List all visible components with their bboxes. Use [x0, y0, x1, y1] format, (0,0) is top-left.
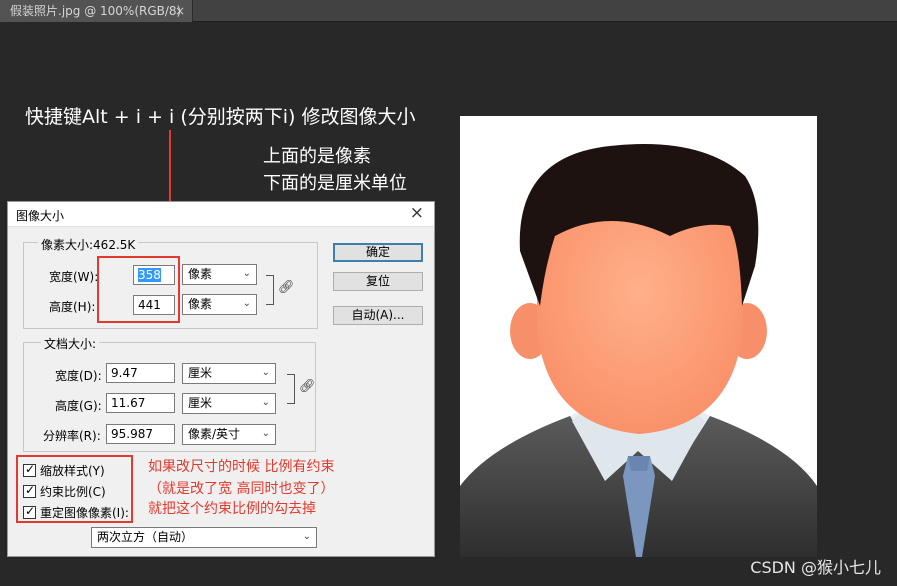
resolution-input[interactable]: 95.987 — [106, 424, 175, 444]
doc-constrain-bracket — [287, 374, 295, 404]
chevron-down-icon: ⌄ — [242, 298, 251, 309]
constraint-annotation-1: 如果改尺寸的时候 比例有约束 — [148, 459, 335, 475]
shortcut-annotation: 快捷键Alt + i + i (分别按两下i) 修改图像大小 — [25, 106, 416, 128]
doc-width-label: 宽度(D): — [55, 369, 102, 383]
close-dialog-icon[interactable]: × — [410, 203, 424, 223]
document-tab-bar: 假装照片.jpg @ 100%(RGB/8) × — [0, 0, 897, 22]
doc-width-unit: 厘米 — [188, 366, 213, 380]
resolution-unit-select[interactable]: 像素/英寸 ⌄ — [182, 424, 276, 445]
auto-button[interactable]: 自动(A)... — [333, 306, 423, 325]
doc-height-unit-select[interactable]: 厘米 ⌄ — [182, 393, 276, 414]
chain-link-icon: 🔗︎ — [278, 280, 295, 295]
width-unit-select[interactable]: 像素 ⌄ — [182, 264, 257, 285]
chevron-down-icon: ⌄ — [261, 428, 270, 439]
width-label: 宽度(W): — [49, 270, 99, 284]
resolution-label: 分辨率(R): — [43, 429, 101, 443]
constraint-annotation-2: （就是改了宽 高同时也变了） — [148, 481, 335, 497]
pixel-unit-annotation: 上面的是像素 — [263, 146, 371, 167]
reset-button[interactable]: 复位 — [333, 272, 423, 291]
resolution-value: 95.987 — [111, 427, 153, 441]
doc-height-value: 11.67 — [111, 396, 146, 410]
doc-size-label: 文档大小: — [41, 335, 100, 352]
cm-unit-annotation: 下面的是厘米单位 — [263, 173, 407, 194]
close-tab-icon[interactable]: × — [175, 0, 185, 22]
height-unit-select[interactable]: 像素 ⌄ — [182, 294, 257, 315]
ok-button[interactable]: 确定 — [333, 243, 423, 262]
dialog-title: 图像大小 — [16, 209, 65, 223]
checkbox-highlight — [16, 455, 133, 523]
doc-height-label: 高度(G): — [55, 399, 102, 413]
pixel-size-label: 像素大小:462.5K — [38, 236, 139, 253]
chevron-down-icon: ⌄ — [302, 531, 311, 542]
chevron-down-icon: ⌄ — [242, 268, 251, 279]
resolution-unit: 像素/英寸 — [188, 427, 241, 441]
chevron-down-icon: ⌄ — [261, 367, 270, 378]
constraint-annotation-3: 就把这个约束比例的勾去掉 — [148, 501, 316, 517]
csdn-watermark: CSDN @猴小七儿 — [750, 558, 881, 577]
width-unit: 像素 — [188, 267, 213, 281]
doc-height-input[interactable]: 11.67 — [106, 393, 175, 413]
height-unit: 像素 — [188, 297, 213, 311]
resample-method: 两次立方（自动） — [97, 530, 194, 544]
chain-link-icon: 🔗︎ — [299, 379, 316, 394]
resample-method-select[interactable]: 两次立方（自动） ⌄ — [91, 527, 317, 548]
document-tab-title: 假装照片.jpg @ 100%(RGB/8) — [10, 4, 182, 18]
chevron-down-icon: ⌄ — [261, 397, 270, 408]
doc-height-unit: 厘米 — [188, 396, 213, 410]
doc-width-input[interactable]: 9.47 — [106, 363, 175, 383]
constrain-bracket — [266, 275, 274, 305]
doc-width-value: 9.47 — [111, 366, 138, 380]
doc-width-unit-select[interactable]: 厘米 ⌄ — [182, 363, 276, 384]
pixel-fields-highlight — [97, 256, 180, 323]
height-label: 高度(H): — [49, 300, 96, 314]
dialog-titlebar: 图像大小 × — [8, 202, 434, 227]
document-tab[interactable]: 假装照片.jpg @ 100%(RGB/8) × — [0, 0, 193, 22]
portrait-photo — [460, 116, 817, 557]
